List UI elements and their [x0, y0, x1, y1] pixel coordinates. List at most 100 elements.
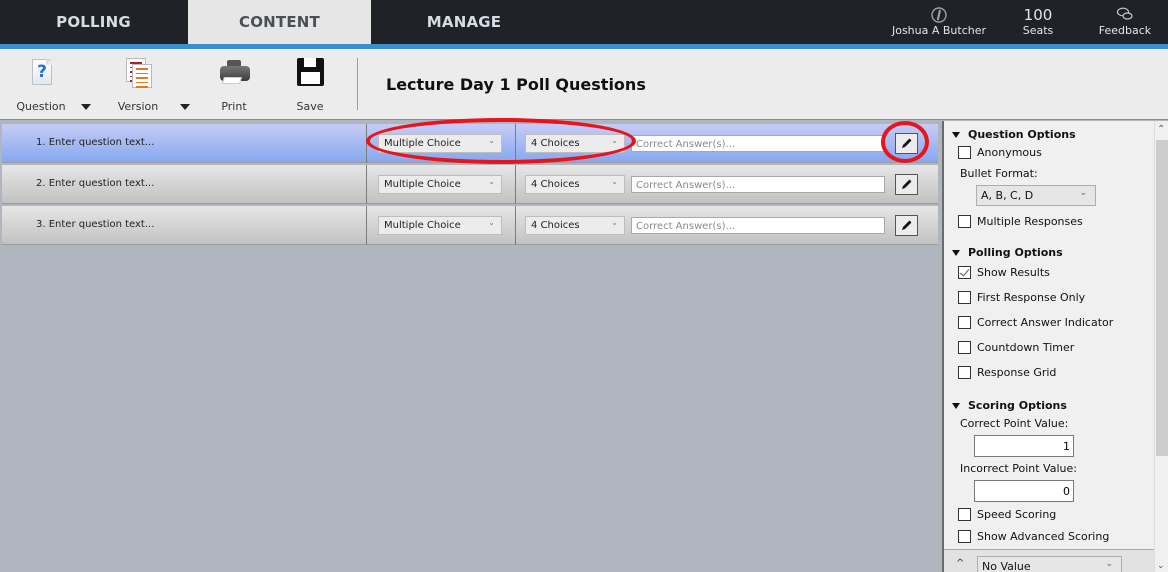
pencil-icon: [902, 220, 912, 230]
column-divider: [366, 165, 367, 204]
column-divider: [515, 206, 516, 245]
feedback-label: Feedback: [1098, 24, 1152, 37]
scoring-options-header[interactable]: Scoring Options: [952, 399, 1067, 412]
print-button[interactable]: Print: [212, 49, 256, 119]
scroll-down-icon[interactable]: ⌄: [1157, 561, 1165, 571]
question-row[interactable]: 3. Enter question text... Multiple Choic…: [2, 206, 938, 245]
tab-content[interactable]: CONTENT: [188, 0, 371, 44]
user-account[interactable]: Joshua A Butcher: [886, 0, 992, 44]
correct-answer-indicator-checkbox[interactable]: Correct Answer Indicator: [958, 316, 1113, 329]
version-dropdown-arrow-icon[interactable]: [180, 104, 190, 110]
response-grid-checkbox[interactable]: Response Grid: [958, 366, 1056, 379]
chevron-down-icon: ⌄: [611, 218, 618, 227]
question-row[interactable]: 1. Enter question text... Multiple Choic…: [2, 124, 938, 163]
anonymous-label: Anonymous: [977, 146, 1042, 159]
edit-question-button[interactable]: [895, 174, 918, 195]
anonymous-checkbox[interactable]: Anonymous: [958, 146, 1042, 159]
countdown-timer-checkbox[interactable]: Countdown Timer: [958, 341, 1074, 354]
question-button[interactable]: ? Question: [16, 49, 66, 119]
checkbox-icon: [958, 291, 971, 304]
question-text[interactable]: 3. Enter question text...: [36, 219, 154, 230]
chevron-down-icon: ⌄: [488, 218, 495, 227]
question-type-select[interactable]: Multiple Choice ⌄: [378, 175, 502, 194]
question-type-select[interactable]: Multiple Choice ⌄: [378, 216, 502, 235]
question-row[interactable]: 2. Enter question text... Multiple Choic…: [2, 165, 938, 204]
chevron-down-icon: ⌄: [1079, 188, 1087, 198]
question-type-value: Multiple Choice: [384, 179, 461, 190]
correct-answer-input[interactable]: [631, 135, 885, 152]
panel-footer: ^ No Value ⌄: [944, 549, 1156, 572]
column-divider: [366, 206, 367, 245]
options-panel-scrollbar[interactable]: ⌃ ⌄: [1154, 121, 1168, 572]
first-response-only-checkbox[interactable]: First Response Only: [958, 291, 1085, 304]
show-advanced-scoring-label: Show Advanced Scoring: [977, 530, 1110, 543]
collapse-triangle-icon: [952, 249, 960, 256]
print-label: Print: [221, 100, 247, 113]
value-select-value: No Value: [982, 560, 1031, 572]
seats-indicator[interactable]: 100 Seats: [1010, 0, 1066, 44]
edit-question-button[interactable]: [895, 133, 918, 154]
version-button[interactable]: Version: [112, 49, 164, 119]
floppy-disk-icon: [294, 58, 326, 90]
question-options-title: Question Options: [968, 128, 1076, 141]
chevron-down-icon: ⌄: [611, 177, 618, 186]
user-name: Joshua A Butcher: [891, 24, 987, 37]
choices-count-select[interactable]: 4 Choices ⌄: [525, 175, 625, 194]
chat-bubbles-icon: [1116, 7, 1134, 24]
choices-count-value: 4 Choices: [531, 220, 580, 231]
value-select[interactable]: No Value ⌄: [977, 556, 1122, 572]
question-text[interactable]: 2. Enter question text...: [36, 178, 154, 189]
document-title: Lecture Day 1 Poll Questions: [386, 75, 646, 94]
checkbox-icon: [958, 146, 971, 159]
scoring-options-title: Scoring Options: [968, 399, 1067, 412]
tab-polling[interactable]: POLLING: [0, 0, 187, 44]
version-label: Version: [117, 100, 159, 113]
checkbox-icon: [958, 530, 971, 543]
edit-question-button[interactable]: [895, 215, 918, 236]
info-circle-icon: [931, 7, 947, 24]
first-response-only-label: First Response Only: [977, 291, 1086, 304]
toolbar: ? Question Version Print Save Lecture Da…: [0, 49, 1168, 120]
question-type-select[interactable]: Multiple Choice ⌄: [378, 134, 502, 153]
question-type-value: Multiple Choice: [384, 220, 461, 231]
scroll-up-icon[interactable]: ⌃: [1157, 124, 1165, 135]
checkbox-checked-icon: [958, 266, 971, 279]
checkbox-icon: [958, 341, 971, 354]
printer-icon: [218, 58, 250, 90]
collapse-triangle-icon: [952, 402, 960, 409]
save-button[interactable]: Save: [288, 49, 332, 119]
feedback-button[interactable]: Feedback: [1092, 0, 1158, 44]
checkbox-icon: [958, 366, 971, 379]
correct-point-value-input[interactable]: [974, 435, 1074, 457]
question-dropdown-arrow-icon[interactable]: [81, 104, 91, 110]
polling-options-header[interactable]: Polling Options: [952, 246, 1063, 259]
collapse-triangle-icon: [952, 131, 960, 138]
question-text[interactable]: 1. Enter question text...: [36, 137, 154, 148]
checkbox-icon: [958, 215, 971, 228]
incorrect-point-value-input[interactable]: [974, 480, 1074, 502]
seats-label: Seats: [1022, 24, 1054, 37]
correct-answer-input[interactable]: [631, 176, 885, 193]
multiple-responses-checkbox[interactable]: Multiple Responses: [958, 215, 1083, 228]
incorrect-point-value-label: Incorrect Point Value:: [960, 462, 1077, 475]
scrollbar-thumb[interactable]: [1156, 140, 1168, 456]
question-options-header[interactable]: Question Options: [952, 128, 1076, 141]
show-advanced-scoring-checkbox[interactable]: Show Advanced Scoring: [958, 530, 1109, 543]
choices-count-select[interactable]: 4 Choices ⌄: [525, 216, 625, 235]
multiple-responses-label: Multiple Responses: [977, 215, 1083, 228]
seats-count: 100: [1023, 6, 1053, 24]
correct-answer-indicator-label: Correct Answer Indicator: [977, 316, 1114, 329]
column-divider: [515, 124, 516, 163]
column-divider: [366, 124, 367, 163]
correct-answer-input[interactable]: [631, 217, 885, 234]
bullet-format-select[interactable]: A, B, C, D ⌄: [976, 185, 1096, 206]
tab-manage[interactable]: MANAGE: [371, 0, 557, 44]
show-results-checkbox[interactable]: Show Results: [958, 266, 1050, 279]
checkbox-icon: [958, 316, 971, 329]
show-results-label: Show Results: [977, 266, 1050, 279]
speed-scoring-checkbox[interactable]: Speed Scoring: [958, 508, 1056, 521]
choices-count-value: 4 Choices: [531, 179, 580, 190]
choices-count-select[interactable]: 4 Choices ⌄: [525, 134, 625, 153]
chevron-down-icon: ⌄: [611, 136, 618, 145]
caret-up-icon[interactable]: ^: [956, 558, 964, 569]
